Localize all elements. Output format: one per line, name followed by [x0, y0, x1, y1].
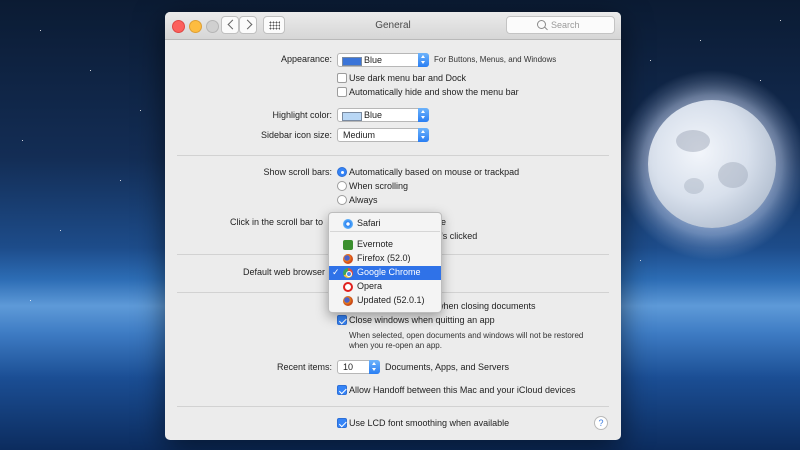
- menu-item-label: Evernote: [357, 239, 394, 249]
- menu-item-firefox[interactable]: Firefox (52.0): [329, 252, 441, 266]
- close-windows-label: Close windows when quitting an app: [349, 315, 495, 325]
- auto-hide-menu-checkbox[interactable]: [337, 87, 347, 97]
- dark-menu-checkbox[interactable]: [337, 73, 347, 83]
- evernote-icon: [343, 240, 353, 250]
- menu-item-safari[interactable]: Safari: [329, 217, 441, 231]
- menu-divider: [330, 231, 440, 232]
- appearance-value: Blue: [364, 55, 383, 65]
- click-scroll-option2-tail: 's clicked: [441, 231, 478, 241]
- dark-menu-label: Use dark menu bar and Dock: [349, 73, 467, 83]
- lcd-smoothing-label: Use LCD font smoothing when available: [349, 418, 510, 428]
- highlight-popup[interactable]: Blue: [337, 108, 429, 122]
- menu-item-label: Google Chrome: [357, 267, 421, 277]
- close-windows-note-1: When selected, open documents and window…: [349, 331, 584, 340]
- moon-image: [648, 100, 776, 228]
- highlight-swatch: [342, 112, 362, 121]
- scroll-bars-label: Show scroll bars:: [263, 167, 332, 177]
- scroll-always-label: Always: [349, 195, 378, 205]
- scroll-auto-radio[interactable]: [337, 167, 347, 177]
- popup-arrows-icon: [418, 128, 429, 142]
- titlebar: General Search: [165, 12, 621, 40]
- menu-item-label: Updated (52.0.1): [357, 295, 425, 305]
- sidebar-icon-label: Sidebar icon size:: [260, 130, 332, 140]
- scroll-always-radio[interactable]: [337, 195, 347, 205]
- handoff-label: Allow Handoff between this Mac and your …: [349, 385, 576, 395]
- default-browser-menu: Safari Evernote Firefox (52.0) ✓ Google …: [328, 212, 442, 313]
- sidebar-icon-popup[interactable]: Medium: [337, 128, 429, 142]
- popup-arrows-icon: [369, 360, 380, 374]
- safari-icon: [343, 219, 353, 229]
- opera-icon: [343, 282, 353, 292]
- search-placeholder: Search: [551, 20, 580, 30]
- auto-hide-menu-label: Automatically hide and show the menu bar: [349, 87, 519, 97]
- popup-arrows-icon: [418, 108, 429, 122]
- divider: [177, 155, 609, 156]
- appearance-note: For Buttons, Menus, and Windows: [434, 55, 557, 64]
- sidebar-icon-value: Medium: [343, 130, 376, 140]
- close-windows-note-2: when you re-open an app.: [349, 341, 442, 350]
- firefox-icon: [343, 254, 353, 264]
- menu-item-label: Opera: [357, 281, 383, 291]
- scroll-when-scrolling-radio[interactable]: [337, 181, 347, 191]
- chrome-icon: [343, 268, 353, 278]
- menu-item-google-chrome[interactable]: ✓ Google Chrome: [329, 266, 441, 280]
- default-browser-label: Default web browser: [243, 267, 326, 277]
- appearance-popup[interactable]: Blue: [337, 53, 429, 67]
- menu-item-opera[interactable]: Opera: [329, 280, 441, 294]
- search-field[interactable]: Search: [506, 16, 615, 34]
- recent-items-label: Recent items:: [276, 362, 332, 372]
- highlight-value: Blue: [364, 110, 383, 120]
- scroll-when-scrolling-label: When scrolling: [349, 181, 409, 191]
- search-icon: [537, 20, 546, 29]
- popup-arrows-icon: [418, 53, 429, 67]
- highlight-label: Highlight color:: [272, 110, 332, 120]
- scroll-auto-label: Automatically based on mouse or trackpad: [349, 167, 520, 177]
- recent-items-popup[interactable]: 10: [337, 360, 380, 374]
- menu-item-evernote[interactable]: Evernote: [329, 238, 441, 252]
- click-scroll-label: Click in the scroll bar to: [230, 217, 324, 227]
- checkmark-icon: ✓: [332, 267, 340, 277]
- close-windows-checkbox[interactable]: [337, 315, 347, 325]
- menu-item-label: Firefox (52.0): [357, 253, 411, 263]
- menu-item-updated[interactable]: Updated (52.0.1): [329, 294, 441, 308]
- recent-items-suffix: Documents, Apps, and Servers: [385, 362, 510, 372]
- help-button[interactable]: ?: [594, 416, 608, 430]
- appearance-label: Appearance:: [280, 54, 332, 64]
- firefox-icon: [343, 296, 353, 306]
- divider: [177, 406, 609, 407]
- lcd-smoothing-checkbox[interactable]: [337, 418, 347, 428]
- appearance-swatch: [342, 57, 362, 66]
- recent-items-value: 10: [343, 362, 354, 372]
- handoff-checkbox[interactable]: [337, 385, 347, 395]
- ask-keep-changes-tail: when closing documents: [437, 301, 536, 311]
- menu-item-label: Safari: [357, 218, 381, 228]
